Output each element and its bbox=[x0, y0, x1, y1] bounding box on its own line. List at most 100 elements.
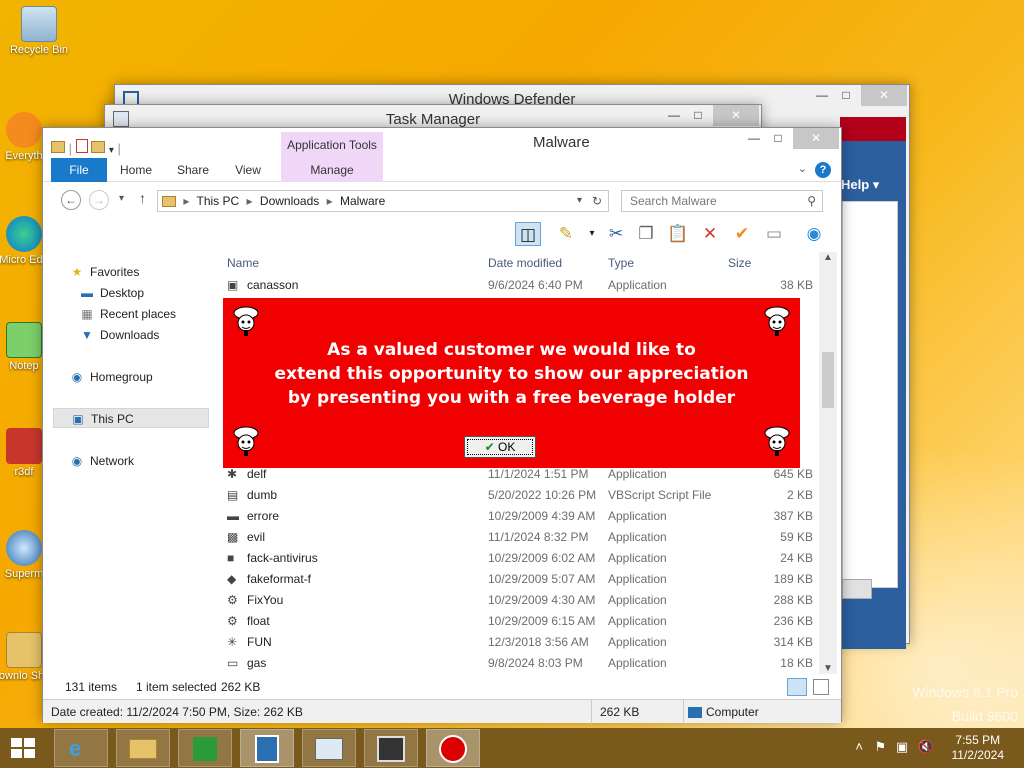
table-row[interactable]: ✳ FUN 12/3/2018 3:56 AM Application 314 KB bbox=[223, 632, 813, 653]
file-size: 18 KB bbox=[780, 656, 813, 670]
nav-favorites[interactable]: ★ Favorites bbox=[69, 262, 140, 282]
nav-homegroup[interactable]: ◉ Homegroup bbox=[69, 367, 153, 387]
up-icon[interactable]: ↑ bbox=[139, 190, 146, 206]
column-size[interactable]: Size bbox=[728, 252, 751, 274]
table-row[interactable]: ■ fack-antivirus 10/29/2009 6:02 AM Applica… bbox=[223, 548, 813, 569]
maximize-icon[interactable]: □ bbox=[765, 128, 791, 149]
explorer-titlebar[interactable]: | ▾ | Application Tools Malware — □ ✕ bbox=[43, 128, 841, 158]
checkmark-icon[interactable]: ✔ bbox=[729, 222, 755, 246]
maximize-icon[interactable]: □ bbox=[833, 85, 859, 106]
address-bar-row: ← → ▾ ↑ ▸ This PC ▸ Downloads ▸ Malware … bbox=[43, 184, 841, 216]
tab-share[interactable]: Share bbox=[171, 158, 215, 182]
taskbar-taskmgr[interactable] bbox=[302, 729, 356, 767]
taskbar-store[interactable] bbox=[178, 729, 232, 767]
back-icon[interactable]: ← bbox=[61, 190, 81, 210]
table-row[interactable]: ◆ fakeformat-f 10/29/2009 5:07 AM Applicati… bbox=[223, 569, 813, 590]
vertical-scrollbar[interactable]: ▲ ▼ bbox=[819, 252, 837, 674]
flag-icon[interactable]: ⚑ bbox=[875, 739, 887, 754]
column-name[interactable]: Name bbox=[227, 252, 259, 274]
malware-popup[interactable]: As a valued customer we would like to ex… bbox=[223, 298, 800, 468]
chevron-up-icon[interactable]: ˄ bbox=[855, 739, 863, 754]
copy-icon[interactable]: ❐ bbox=[633, 222, 659, 246]
nav-this-pc[interactable]: ▣ This PC bbox=[53, 408, 209, 428]
column-type[interactable]: Type bbox=[608, 252, 634, 274]
chevron-down-icon[interactable]: ▾ bbox=[579, 222, 605, 246]
taskbar-defender[interactable] bbox=[240, 729, 294, 767]
close-icon[interactable]: ✕ bbox=[713, 105, 759, 126]
nav-downloads[interactable]: ▼ Downloads bbox=[79, 325, 159, 345]
table-row[interactable]: ⚙ FixYou 10/29/2009 4:30 AM Application 288 … bbox=[223, 590, 813, 611]
delete-icon[interactable]: ✕ bbox=[697, 222, 723, 246]
desktop-icon: ▬ bbox=[81, 286, 93, 300]
large-icons-view-icon[interactable] bbox=[813, 679, 829, 695]
search-input[interactable]: Search Malware ⚲ bbox=[621, 190, 823, 212]
file-name: canasson bbox=[247, 278, 299, 292]
command-toolbar: ◫ ✎ ▾ ✂ ❐ 📋 ✕ ✔ ▭ ◉ bbox=[43, 218, 841, 250]
start-button[interactable] bbox=[10, 737, 36, 759]
rename-icon[interactable]: ▭ bbox=[761, 222, 787, 246]
column-date-modified[interactable]: Date modified bbox=[488, 252, 562, 274]
nav-desktop[interactable]: ▬ Desktop bbox=[79, 283, 144, 303]
close-icon[interactable]: ✕ bbox=[793, 128, 839, 149]
address-field[interactable]: ▸ This PC ▸ Downloads ▸ Malware ▾ ↻ bbox=[157, 190, 609, 212]
defender-button[interactable] bbox=[842, 579, 872, 599]
properties-icon[interactable]: ✎ bbox=[553, 222, 579, 246]
table-row[interactable]: ▬ errore 10/29/2009 4:39 AM Application 387 … bbox=[223, 506, 813, 527]
minimize-icon[interactable]: — bbox=[661, 105, 687, 126]
clock[interactable]: 7:55 PM 11/2/2024 bbox=[952, 733, 1005, 763]
breadcrumb-downloads[interactable]: Downloads bbox=[260, 194, 319, 208]
properties-icon[interactable] bbox=[75, 139, 88, 153]
nav-network[interactable]: ◉ Network bbox=[69, 451, 134, 471]
table-row[interactable]: ▭ gas 9/8/2024 8:03 PM Application 18 KB bbox=[223, 653, 813, 674]
nav-recent-places[interactable]: ▦ Recent places bbox=[79, 304, 176, 324]
minimize-icon[interactable]: — bbox=[741, 128, 767, 149]
new-folder-icon[interactable] bbox=[91, 141, 106, 153]
mascot-icon bbox=[233, 426, 259, 456]
store-icon bbox=[193, 737, 217, 761]
ok-button[interactable]: ✔ OK bbox=[464, 436, 536, 458]
taskbar-malware[interactable] bbox=[426, 729, 480, 767]
recycle-bin-icon[interactable]: Recycle Bin bbox=[3, 6, 75, 56]
help-icon[interactable]: ? bbox=[815, 162, 831, 178]
taskbar-ie[interactable]: e bbox=[54, 729, 108, 767]
scrollbar-thumb[interactable] bbox=[822, 352, 834, 408]
maximize-icon[interactable]: □ bbox=[685, 105, 711, 126]
breadcrumb-malware[interactable]: Malware bbox=[340, 194, 385, 208]
chevron-down-icon[interactable]: ▾ bbox=[109, 145, 114, 156]
computer-icon bbox=[688, 707, 702, 719]
cut-icon[interactable]: ✂ bbox=[603, 222, 629, 246]
search-icon[interactable]: ⚲ bbox=[807, 191, 816, 211]
expand-ribbon-icon[interactable]: ⌄ bbox=[798, 162, 807, 175]
network-icon[interactable]: ▣ bbox=[896, 739, 908, 754]
paste-icon[interactable]: 📋 bbox=[665, 222, 691, 246]
preview-pane-icon[interactable]: ◫ bbox=[515, 222, 541, 246]
tab-manage[interactable]: Manage bbox=[281, 158, 383, 182]
tab-view[interactable]: View bbox=[227, 158, 269, 182]
tab-file[interactable]: File bbox=[51, 158, 107, 182]
file-name: dumb bbox=[247, 488, 278, 502]
close-icon[interactable]: ✕ bbox=[861, 85, 907, 106]
internet-explorer-icon: e bbox=[69, 736, 82, 761]
defender-content bbox=[842, 201, 898, 588]
minimize-icon[interactable]: — bbox=[809, 85, 835, 106]
recent-locations-icon[interactable]: ▾ bbox=[119, 193, 124, 204]
trash-icon bbox=[21, 6, 57, 42]
details-view-icon[interactable] bbox=[787, 678, 807, 696]
table-row[interactable]: ▣ canasson 9/6/2024 6:40 PM Application 38 K… bbox=[223, 275, 813, 296]
chat-bubble-icon[interactable]: ◉ bbox=[801, 222, 827, 246]
defender-help-menu[interactable]: Help ▾ bbox=[841, 177, 879, 193]
taskbar-cmd[interactable] bbox=[364, 729, 418, 767]
table-row[interactable]: ⚙ float 10/29/2009 6:15 AM Application 236 K… bbox=[223, 611, 813, 632]
taskbar-explorer[interactable] bbox=[116, 729, 170, 767]
table-row[interactable]: ▩ evil 11/1/2024 8:32 PM Application 59 KB bbox=[223, 527, 813, 548]
volume-muted-icon[interactable]: 🔇 bbox=[918, 739, 934, 754]
tab-home[interactable]: Home bbox=[113, 158, 159, 182]
scroll-up-icon[interactable]: ▲ bbox=[823, 252, 833, 263]
refresh-icon[interactable]: ↻ bbox=[592, 191, 602, 211]
forward-icon[interactable]: → bbox=[89, 190, 109, 210]
table-row[interactable]: ▤ dumb 5/20/2022 10:26 PM VBScript Script F… bbox=[223, 485, 813, 506]
windows-logo-icon bbox=[11, 738, 35, 758]
breadcrumb-this-pc[interactable]: This PC bbox=[197, 194, 240, 208]
scroll-down-icon[interactable]: ▼ bbox=[823, 663, 833, 674]
chevron-down-icon[interactable]: ▾ bbox=[577, 191, 582, 211]
